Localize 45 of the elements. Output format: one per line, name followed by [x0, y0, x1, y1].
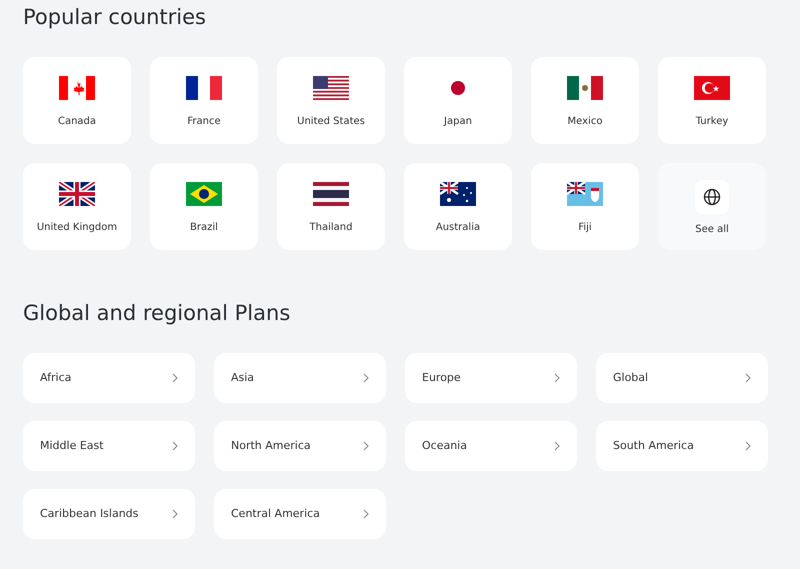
region-card[interactable]: Middle East — [23, 421, 195, 471]
chevron-right-icon — [363, 373, 369, 383]
country-card[interactable]: United Kingdom — [23, 163, 131, 250]
flag-icon — [567, 182, 603, 206]
flag-icon — [313, 182, 349, 206]
globe-icon — [703, 188, 721, 206]
chevron-right-icon — [745, 441, 751, 451]
flag-icon — [59, 76, 95, 100]
country-card[interactable]: Turkey — [658, 57, 766, 144]
region-card[interactable]: Asia — [214, 353, 386, 403]
chevron-right-icon — [363, 509, 369, 519]
country-card[interactable]: Thailand — [277, 163, 385, 250]
see-all-card[interactable]: See all — [658, 163, 766, 250]
region-card[interactable]: Europe — [405, 353, 577, 403]
flag-icon — [186, 76, 222, 100]
section-heading: Global and regional Plans — [23, 300, 292, 327]
flag-icon — [440, 182, 476, 206]
flag-icon — [186, 182, 222, 206]
chevron-right-icon — [363, 441, 369, 451]
chevron-right-icon — [554, 373, 560, 383]
chevron-right-icon — [554, 441, 560, 451]
chevron-right-icon — [172, 441, 178, 451]
region-card[interactable]: Global — [596, 353, 768, 403]
region-card[interactable]: South America — [596, 421, 768, 471]
country-card[interactable]: Mexico — [531, 57, 639, 144]
flag-icon — [694, 76, 730, 100]
country-card[interactable]: United States — [277, 57, 385, 144]
country-card[interactable]: Japan — [404, 57, 512, 144]
country-card[interactable]: Brazil — [150, 163, 258, 250]
region-card[interactable]: Central America — [214, 489, 386, 539]
chevron-right-icon — [172, 509, 178, 519]
chevron-right-icon — [745, 373, 751, 383]
section-heading: Popular countries — [23, 4, 207, 31]
country-card[interactable]: Australia — [404, 163, 512, 250]
country-card[interactable]: Fiji — [531, 163, 639, 250]
country-card[interactable]: Canada — [23, 57, 131, 144]
region-card[interactable]: Africa — [23, 353, 195, 403]
region-card[interactable]: Caribbean Islands — [23, 489, 195, 539]
region-card[interactable]: North America — [214, 421, 386, 471]
country-card[interactable]: France — [150, 57, 258, 144]
flag-icon — [567, 76, 603, 100]
chevron-right-icon — [172, 373, 178, 383]
flag-icon — [313, 76, 349, 100]
region-card[interactable]: Oceania — [405, 421, 577, 471]
flag-icon — [59, 182, 95, 206]
